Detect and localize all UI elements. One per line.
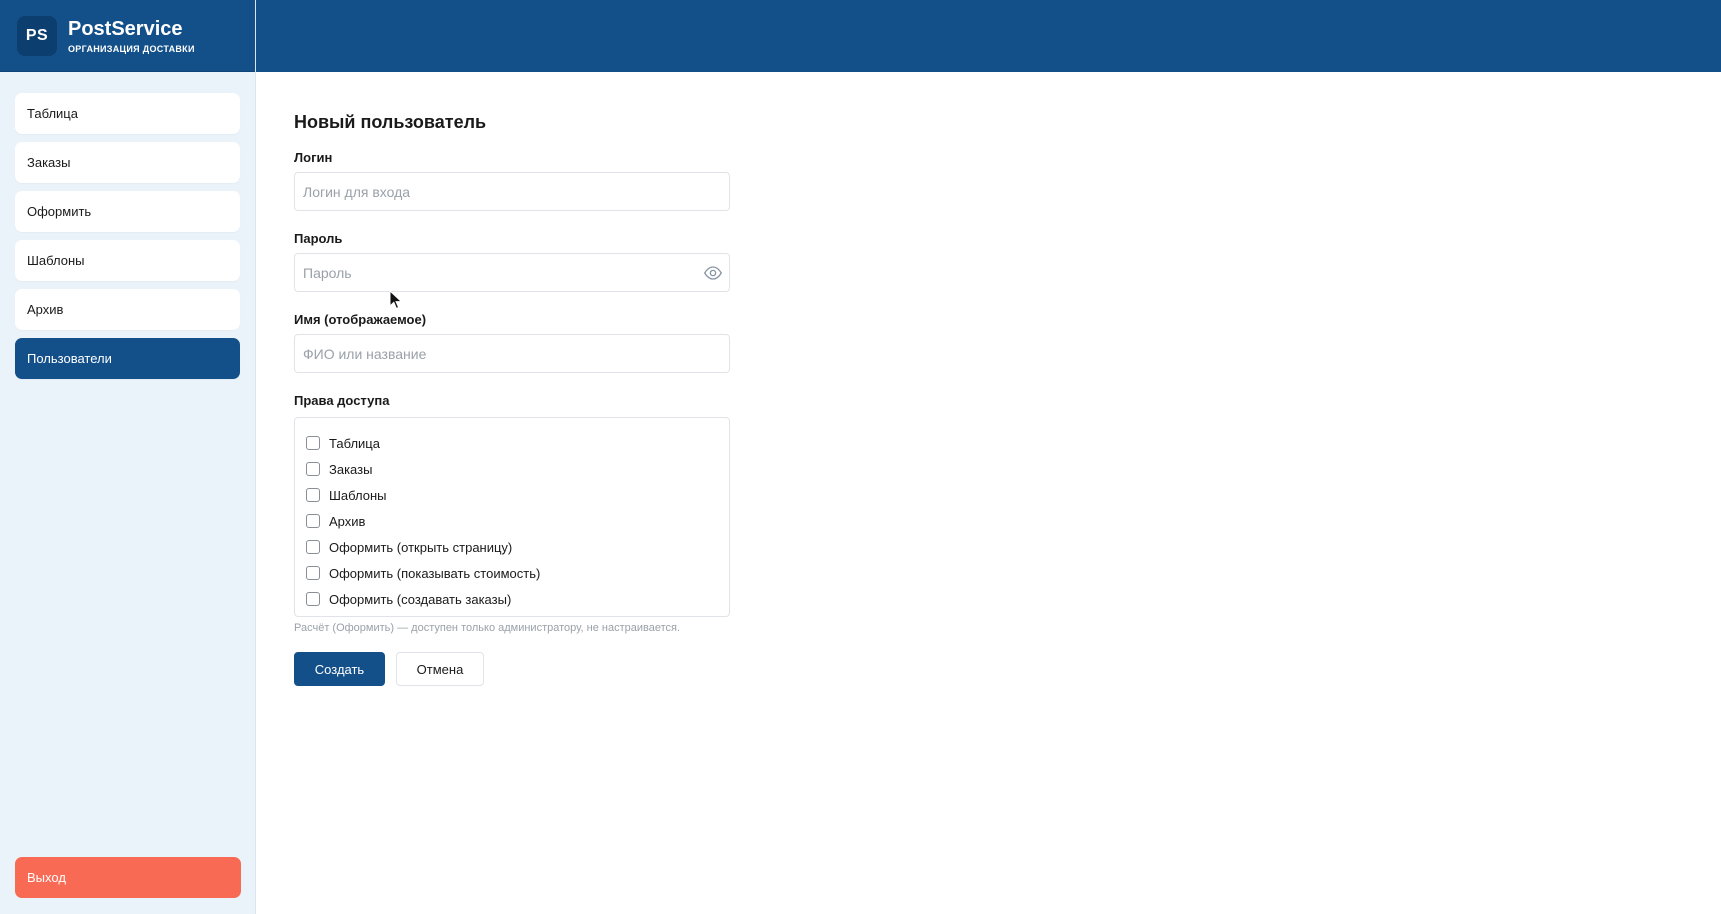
eye-icon[interactable] xyxy=(704,265,722,281)
display-name-input[interactable] xyxy=(295,335,729,372)
permission-item: Шаблоны xyxy=(306,482,717,508)
brand-logo: PS xyxy=(17,15,57,56)
login-label: Логин xyxy=(294,150,333,165)
sidebar-item-checkout[interactable]: Оформить xyxy=(15,191,240,232)
sidebar-item-orders[interactable]: Заказы xyxy=(15,142,240,183)
login-field-wrapper xyxy=(294,172,730,211)
sidebar-item-archive[interactable]: Архив xyxy=(15,289,240,330)
login-input[interactable] xyxy=(295,173,729,210)
password-field-wrapper xyxy=(294,253,730,292)
permission-checkbox-templates[interactable] xyxy=(306,488,320,502)
permission-checkbox-orders[interactable] xyxy=(306,462,320,476)
logout-button[interactable]: Выход xyxy=(15,857,241,898)
permission-checkbox-checkout-open[interactable] xyxy=(306,540,320,554)
permission-label: Оформить (открыть страницу) xyxy=(329,539,513,555)
page-title: Новый пользователь xyxy=(294,112,487,132)
app-window: PS PostService ОРГАНИЗАЦИЯ ДОСТАВКИ Табл… xyxy=(0,0,1721,914)
permission-checkbox-archive[interactable] xyxy=(306,514,320,528)
permission-item: Таблица xyxy=(306,430,717,456)
sidebar: PS PostService ОРГАНИЗАЦИЯ ДОСТАВКИ Табл… xyxy=(0,0,256,914)
brand-subtitle: ОРГАНИЗАЦИЯ ДОСТАВКИ xyxy=(68,43,195,54)
form-actions: Создать Отмена xyxy=(294,652,730,686)
permission-checkbox-table[interactable] xyxy=(306,436,320,450)
create-button[interactable]: Создать xyxy=(294,652,385,686)
permission-label: Таблица xyxy=(329,435,380,451)
brand-header: PS PostService ОРГАНИЗАЦИЯ ДОСТАВКИ xyxy=(0,0,255,72)
permission-item: Архив xyxy=(306,508,717,534)
permission-label: Оформить (показывать стоимость) xyxy=(329,565,541,581)
display-name-field-wrapper xyxy=(294,334,730,373)
permission-item: Заказы xyxy=(306,456,717,482)
permissions-list: Таблица Заказы Шаблоны Архив Оформить (о… xyxy=(294,417,730,617)
new-user-form: Новый пользователь Логин Пароль Имя (ото… xyxy=(294,112,730,686)
cancel-button[interactable]: Отмена xyxy=(396,652,484,686)
password-label: Пароль xyxy=(294,231,343,246)
brand-text: PostService ОРГАНИЗАЦИЯ ДОСТАВКИ xyxy=(68,18,195,54)
sidebar-item-templates[interactable]: Шаблоны xyxy=(15,240,240,281)
sidebar-item-table[interactable]: Таблица xyxy=(15,93,240,134)
permission-label: Заказы xyxy=(329,461,373,477)
display-name-label: Имя (отображаемое) xyxy=(294,312,427,327)
permission-label: Шаблоны xyxy=(329,487,387,503)
mouse-cursor-icon xyxy=(389,290,403,310)
permission-label: Оформить (создавать заказы) xyxy=(329,591,512,607)
password-input[interactable] xyxy=(295,254,729,291)
sidebar-nav: Таблица Заказы Оформить Шаблоны Архив По… xyxy=(0,72,255,379)
permission-item: Оформить (открыть страницу) xyxy=(306,534,717,560)
permission-label: Архив xyxy=(329,513,366,529)
brand-name: PostService xyxy=(68,17,183,40)
permissions-hint: Расчёт (Оформить) — доступен только адми… xyxy=(294,622,681,634)
sidebar-item-users[interactable]: Пользователи xyxy=(15,338,240,379)
permission-item: Оформить (показывать стоимость) xyxy=(306,560,717,586)
top-header-bar xyxy=(256,0,1721,72)
permissions-label: Права доступа xyxy=(294,393,390,408)
permission-checkbox-checkout-cost[interactable] xyxy=(306,566,320,580)
permission-item: Оформить (создавать заказы) xyxy=(306,586,717,612)
permission-checkbox-checkout-create[interactable] xyxy=(306,592,320,606)
